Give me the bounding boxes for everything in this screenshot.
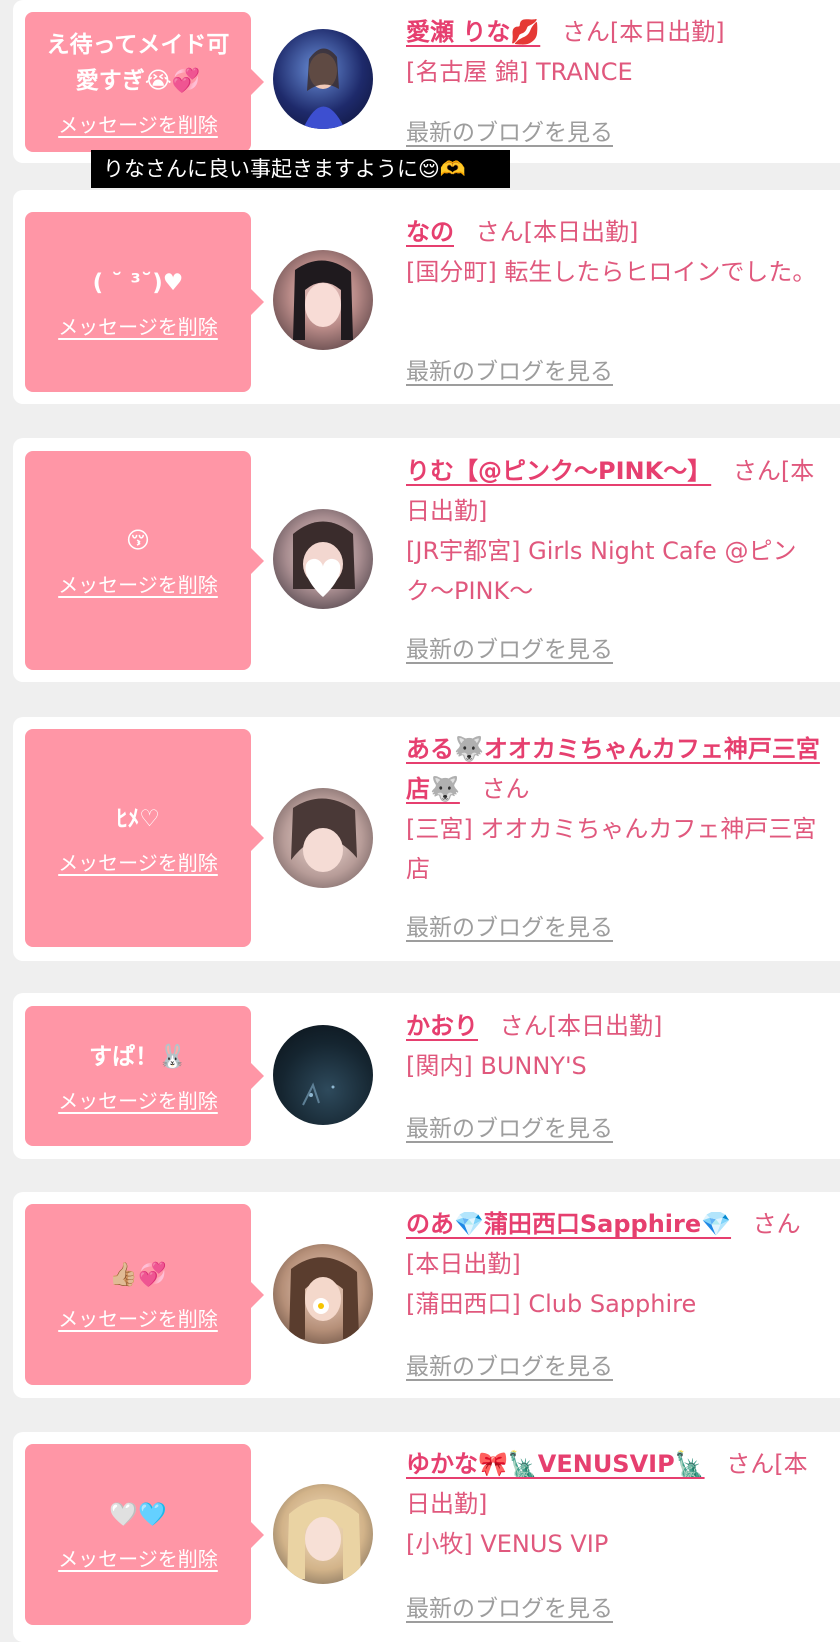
- honorific: さん: [732, 457, 781, 485]
- avatar-image: [289, 1257, 359, 1339]
- cast-name-link[interactable]: 愛瀬 りな💋: [406, 18, 540, 46]
- delete-message-link[interactable]: メッセージを削除: [58, 1543, 218, 1572]
- status-text: [本日出勤]: [609, 18, 725, 46]
- blog-link[interactable]: 最新のブログを見る: [406, 352, 613, 386]
- message-text: 🤍🩵: [109, 1502, 167, 1528]
- cast-name-link[interactable]: ある🐺オオカミちゃんカフェ神戸三宮店🐺: [406, 735, 820, 803]
- cast-name-link[interactable]: かおり: [406, 1012, 478, 1040]
- message-bubble: え待ってメイド可愛すぎ😭💞 メッセージを削除: [25, 12, 251, 152]
- avatar[interactable]: [273, 29, 373, 129]
- message-text: ﾋﾒ♡: [116, 805, 160, 832]
- delete-message-link[interactable]: メッセージを削除: [58, 847, 218, 876]
- message-text: すぱ！🐰: [89, 1043, 187, 1070]
- cast-name-link[interactable]: なの: [406, 218, 454, 246]
- blog-link[interactable]: 最新のブログを見る: [406, 1347, 613, 1381]
- honorific: さん: [481, 775, 530, 803]
- message-bubble: すぱ！🐰 メッセージを削除: [25, 1006, 251, 1146]
- entry-info: 愛瀬 りな💋 さん[本日出勤] [名古屋 錦] TRANCE: [406, 12, 826, 92]
- shop-text: [名古屋 錦] TRANCE: [406, 58, 633, 86]
- message-text: ( ˘ ³˘)♥: [92, 269, 184, 296]
- message-text: え待ってメイド可愛すぎ😭💞: [46, 31, 230, 94]
- message-bubble: 🤍🩵 メッセージを削除: [25, 1444, 251, 1625]
- blog-link[interactable]: 最新のブログを見る: [406, 1109, 613, 1143]
- honorific: さん: [726, 1450, 775, 1478]
- honorific: さん: [499, 1012, 548, 1040]
- shop-text: [蒲田西口] Club Sapphire: [406, 1290, 697, 1318]
- blog-link[interactable]: 最新のブログを見る: [406, 908, 613, 942]
- avatar-image: [291, 798, 357, 872]
- blog-link[interactable]: 最新のブログを見る: [406, 113, 613, 147]
- message-text: 👍🏼💞: [109, 1262, 167, 1288]
- cast-name-link[interactable]: ゆかな🎀🗽VENUSVIP🗽: [406, 1450, 705, 1478]
- avatar[interactable]: [273, 509, 373, 609]
- shop-text: [関内] BUNNY'S: [406, 1052, 587, 1080]
- cast-name-link[interactable]: のあ💎蒲田西口Sapphire💎: [406, 1210, 731, 1238]
- status-text: [本日出勤]: [406, 1250, 521, 1278]
- message-bubble: ( ˘ ³˘)♥ メッセージを削除: [25, 212, 251, 392]
- honorific: さん: [475, 218, 524, 246]
- shop-text: [国分町] 転生したらヒロインでした。: [406, 258, 817, 286]
- entry-info: なの さん[本日出勤] [国分町] 転生したらヒロインでした。: [406, 212, 826, 292]
- message-text: 😚: [126, 528, 150, 554]
- avatar[interactable]: [273, 250, 373, 350]
- shop-text: [小牧] VENUS VIP: [406, 1530, 609, 1558]
- status-text: [本日出勤]: [523, 218, 639, 246]
- entry-info: ゆかな🎀🗽VENUSVIP🗽 さん[本日出勤] [小牧] VENUS VIP: [406, 1444, 826, 1564]
- avatar-image: [303, 48, 345, 129]
- delete-message-link[interactable]: メッセージを削除: [58, 1303, 218, 1332]
- honorific: さん: [752, 1210, 801, 1238]
- avatar[interactable]: [273, 1244, 373, 1344]
- status-text: [本日出勤]: [547, 1012, 663, 1040]
- entry-info: のあ💎蒲田西口Sapphire💎 さん [本日出勤] [蒲田西口] Club Sa…: [406, 1204, 826, 1324]
- entry-info: ある🐺オオカミちゃんカフェ神戸三宮店🐺 さん [三宮] オオカミちゃんカフェ神戸…: [406, 729, 826, 889]
- message-bubble: 😚 メッセージを削除: [25, 451, 251, 670]
- avatar[interactable]: [273, 1025, 373, 1125]
- blog-link[interactable]: 最新のブログを見る: [406, 1589, 613, 1623]
- honorific: さん: [561, 18, 610, 46]
- avatar-image: [302, 1082, 335, 1106]
- avatar-image: [293, 521, 355, 597]
- delete-message-link[interactable]: メッセージを削除: [58, 311, 218, 340]
- toast-message: りなさんに良い事起きますように😌🫶: [91, 150, 510, 188]
- blog-link[interactable]: 最新のブログを見る: [406, 630, 613, 664]
- avatar-image: [293, 260, 353, 340]
- message-bubble: 👍🏼💞 メッセージを削除: [25, 1204, 251, 1385]
- delete-message-link[interactable]: メッセージを削除: [58, 1085, 218, 1114]
- shop-text: [三宮] オオカミちゃんカフェ神戸三宮店: [406, 815, 817, 883]
- delete-message-link[interactable]: メッセージを削除: [58, 109, 218, 138]
- entry-info: りむ【@ピンク〜PINK〜】 さん[本日出勤] [JR宇都宮] Girls Ni…: [406, 451, 826, 611]
- entry-info: かおり さん[本日出勤] [関内] BUNNY'S: [406, 1006, 826, 1086]
- message-bubble: ﾋﾒ♡ メッセージを削除: [25, 729, 251, 947]
- avatar[interactable]: [273, 788, 373, 888]
- avatar-image: [287, 1499, 361, 1579]
- delete-message-link[interactable]: メッセージを削除: [58, 569, 218, 598]
- shop-text: [JR宇都宮] Girls Night Cafe @ピンク〜PINK〜: [406, 537, 797, 605]
- cast-name-link[interactable]: りむ【@ピンク〜PINK〜】: [406, 457, 711, 485]
- avatar[interactable]: [273, 1484, 373, 1584]
